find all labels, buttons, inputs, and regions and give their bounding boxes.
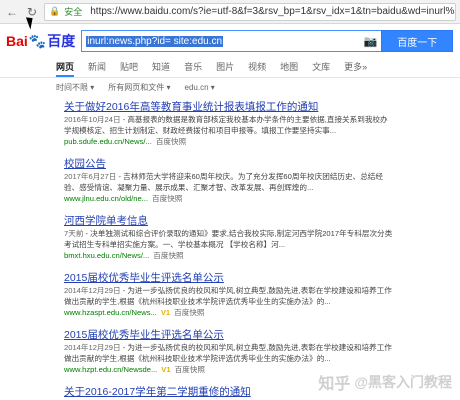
result-abstract-text: 决单独测试和综合评价录取的通知》要求,结合我校实际,制定河西学院2017年专科层… [64,229,393,249]
search-query: inurl:news.php?id= site:edu.cn [86,35,224,47]
tab-9[interactable]: 更多» [344,60,367,77]
back-icon[interactable]: ← [4,4,20,20]
result-url-row: www.hzaspt.edu.cn/News... V1 百度快照 [64,307,394,319]
watermark: 知乎 @黑客入门教程 [318,370,452,394]
logo-bai: Bai [6,33,28,49]
result-url[interactable]: www.hzaspt.edu.cn/News... [64,308,157,317]
result-url[interactable]: bmxt.hxu.edu.cn/News/... [64,251,149,260]
paw-icon: 🐾 [28,32,47,49]
result-date: 7天前 [64,229,84,238]
baidu-logo[interactable]: Bai 🐾 百度 [6,31,75,51]
browser-toolbar: ← ↻ 🔒 安全 https://www.baidu.com/s?ie=utf-… [0,0,460,24]
result-abstract: 2014年12月29日 - 为进一步弘扬优良的校风和学风,树立典型,鼓励先进,表… [64,286,392,306]
snapshot-link[interactable]: 百度快照 [152,194,182,203]
result-abstract: 7天前 - 决单独测试和综合评价录取的通知》要求,结合我校实际,制定河西学院20… [64,229,393,249]
tab-7[interactable]: 地图 [280,60,298,77]
result-title-link[interactable]: 2015届校优秀毕业生评选名单公示 [64,271,394,285]
result-item: 河西学院单考信息 7天前 - 决单独测试和综合评价录取的通知》要求,结合我校实际,… [64,214,394,262]
tab-4[interactable]: 音乐 [184,60,202,77]
result-item: 2015届校优秀毕业生评选名单公示 2014年12月29日 - 为进一步弘扬优良的… [64,271,394,319]
camera-icon[interactable]: 📷 [364,35,378,48]
search-filters: 时间不限 所有网页和文件 edu.cn [0,78,460,96]
result-title-link[interactable]: 校园公告 [64,157,394,171]
tab-8[interactable]: 文库 [312,60,330,77]
filter-dropdown-2[interactable]: edu.cn [185,83,215,92]
watermark-site: 知乎 [318,376,351,393]
lock-icon: 🔒 [49,6,61,16]
filter-dropdown-1[interactable]: 所有网页和文件 [108,82,170,93]
result-item: 校园公告 2017年6月27日 - 吉林师范大学将迎来60周年校庆。为了充分发挥6… [64,157,394,205]
tab-1[interactable]: 新闻 [88,60,106,77]
search-tabs: 网页 新闻 贴吧 知道 音乐 图片 视频 地图 文库 更多» [0,58,460,78]
snapshot-link[interactable]: 百度快照 [174,308,204,317]
result-abstract: 2014年12月29日 - 为进一步弘扬优良的校风和学风,树立典型,鼓励先进,表… [64,343,392,363]
result-date: 2014年12月29日 [64,286,121,295]
url-text[interactable]: https://www.baidu.com/s?ie=utf-8&f=3&rsv… [90,6,455,17]
logo-du: 百度 [47,33,76,49]
result-url-row: bmxt.hxu.edu.cn/News/... 百度快照 [64,250,394,262]
result-date: 2017年6月27日 [64,172,117,181]
snapshot-link[interactable]: 百度快照 [153,251,183,260]
tab-0[interactable]: 网页 [56,60,75,77]
watermark-author: @黑客入门教程 [354,374,452,390]
verified-badge[interactable]: V1 [161,308,170,317]
search-button[interactable]: 百度一下 [381,30,454,52]
secure-label: 安全 [64,7,83,17]
tab-5[interactable]: 图片 [216,60,234,77]
address-bar[interactable]: 🔒 安全 https://www.baidu.com/s?ie=utf-8&f=… [44,2,456,21]
result-date: 2014年12月29日 [64,343,121,352]
search-box: inurl:news.php?id= site:edu.cn 📷 百度一下 [81,30,454,52]
result-item: 2015届校优秀毕业生评选名单公示 2014年12月29日 - 为进一步弘扬优良的… [64,328,394,376]
snapshot-link[interactable]: 百度快照 [175,365,205,374]
results-list: 关于做好2016年高等教育事业统计报表填报工作的通知 2016年10月24日 - … [64,100,394,400]
result-title-link[interactable]: 河西学院单考信息 [64,214,394,228]
search-header: Bai 🐾 百度 inurl:news.php?id= site:edu.cn … [0,24,460,58]
result-url[interactable]: www.jlnu.edu.cn/old/ne... [64,194,148,203]
snapshot-link[interactable]: 百度快照 [156,137,186,146]
result-abstract: 2017年6月27日 - 吉林师范大学将迎来60周年校庆。为了充分发挥60周年校… [64,172,383,192]
result-title-link[interactable]: 关于做好2016年高等教育事业统计报表填报工作的通知 [64,100,394,114]
result-url[interactable]: www.hzpt.edu.cn/Newsde... [64,365,157,374]
result-abstract: 2016年10月24日 - 高基报表的数据是教育部核定我校基本办学条件的主要依据… [64,115,388,135]
tab-6[interactable]: 视频 [248,60,266,77]
filter-dropdown-0[interactable]: 时间不限 [56,82,94,93]
result-title-link[interactable]: 2015届校优秀毕业生评选名单公示 [64,328,394,342]
result-url[interactable]: pub.sdufe.edu.cn/News/... [64,137,152,146]
search-input[interactable]: inurl:news.php?id= site:edu.cn 📷 [81,30,382,52]
verified-badge[interactable]: V1 [161,365,170,374]
result-date: 2016年10月24日 [64,115,121,124]
result-url-row: pub.sdufe.edu.cn/News/... 百度快照 [64,136,394,148]
tab-3[interactable]: 知道 [152,60,170,77]
tab-2[interactable]: 贴吧 [120,60,138,77]
result-url-row: www.jlnu.edu.cn/old/ne... 百度快照 [64,193,394,205]
result-item: 关于做好2016年高等教育事业统计报表填报工作的通知 2016年10月24日 - … [64,100,394,148]
